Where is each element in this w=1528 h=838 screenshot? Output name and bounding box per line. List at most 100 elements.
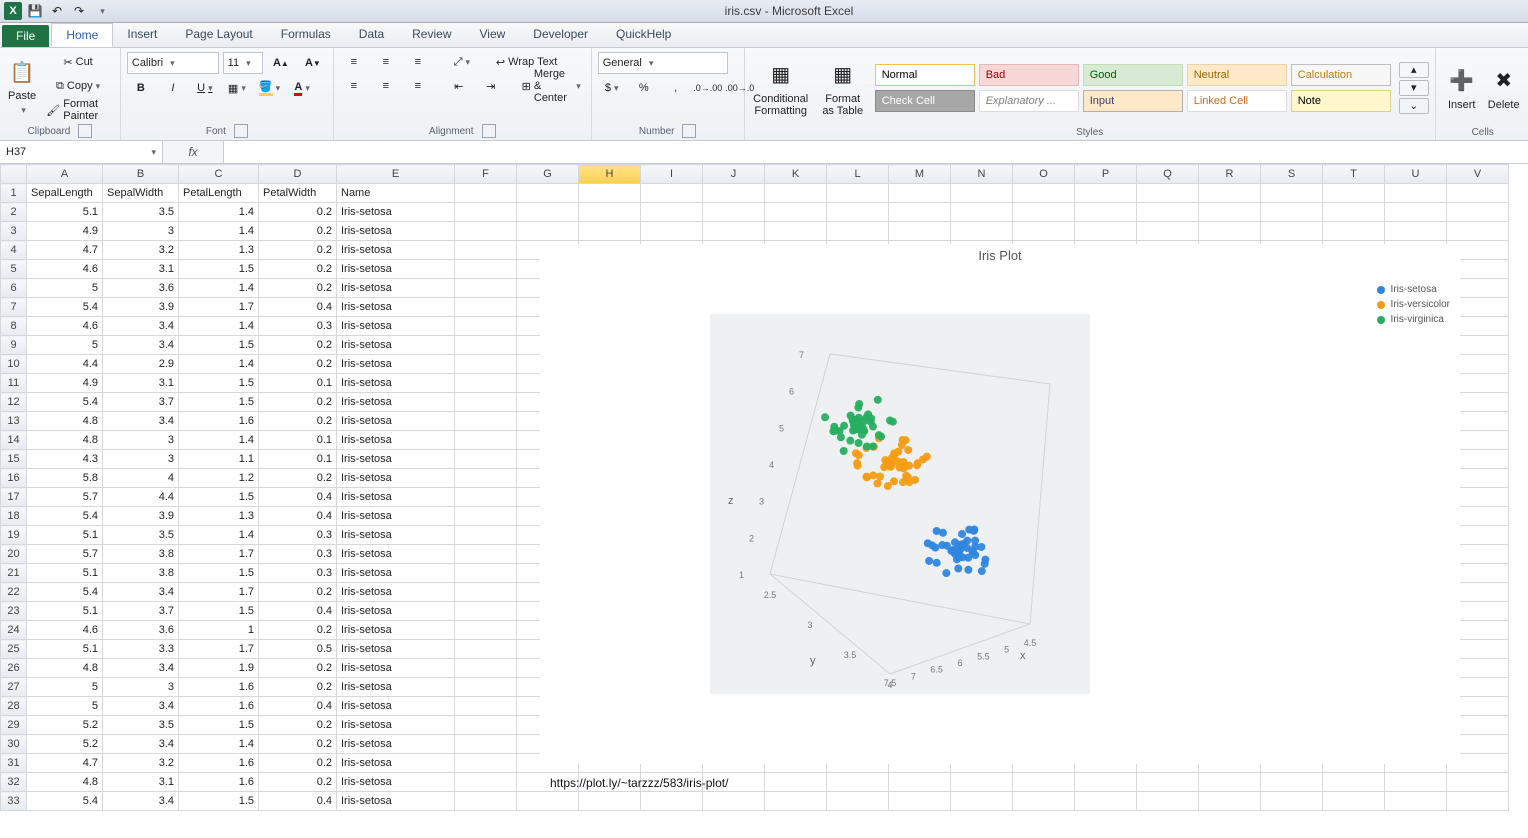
cell[interactable]: 0.3 xyxy=(259,317,337,336)
font-color-button[interactable]: A xyxy=(288,78,316,98)
tab-formulas[interactable]: Formulas xyxy=(267,23,345,47)
cell[interactable]: 3.7 xyxy=(103,602,179,621)
cell[interactable]: Iris-setosa xyxy=(337,564,455,583)
cell[interactable]: Iris-setosa xyxy=(337,602,455,621)
row-header[interactable]: 33 xyxy=(1,792,27,811)
fill-color-button[interactable]: 🪣 xyxy=(255,78,284,98)
cell[interactable]: Name xyxy=(337,184,455,203)
qat-save-button[interactable]: 💾 xyxy=(26,2,44,20)
column-header-M[interactable]: M xyxy=(889,165,951,184)
cell[interactable] xyxy=(455,260,517,279)
formula-bar[interactable] xyxy=(224,141,1528,163)
row-header[interactable]: 14 xyxy=(1,431,27,450)
cell[interactable] xyxy=(455,184,517,203)
tab-insert[interactable]: Insert xyxy=(113,23,171,47)
column-header-I[interactable]: I xyxy=(641,165,703,184)
cell-style-explanatory-[interactable]: Explanatory ... xyxy=(979,90,1079,112)
gallery-more-button[interactable]: ⌄ xyxy=(1399,98,1429,114)
cell[interactable]: 4.7 xyxy=(27,241,103,260)
cell[interactable]: 1.5 xyxy=(179,374,259,393)
cell[interactable]: Iris-setosa xyxy=(337,526,455,545)
cell[interactable]: Iris-setosa xyxy=(337,203,455,222)
align-right-button[interactable]: ≡ xyxy=(404,76,432,96)
cell[interactable]: 5.4 xyxy=(27,393,103,412)
cell[interactable] xyxy=(455,735,517,754)
cell[interactable]: 1.5 xyxy=(179,792,259,811)
cell[interactable] xyxy=(455,488,517,507)
cell[interactable] xyxy=(1199,203,1261,222)
row-header[interactable]: 11 xyxy=(1,374,27,393)
tab-page-layout[interactable]: Page Layout xyxy=(171,23,266,47)
row-header[interactable]: 17 xyxy=(1,488,27,507)
cell[interactable]: 3.1 xyxy=(103,260,179,279)
cell[interactable]: 0.4 xyxy=(259,697,337,716)
cell[interactable] xyxy=(1447,184,1509,203)
row-header[interactable]: 22 xyxy=(1,583,27,602)
cell[interactable]: 4.6 xyxy=(27,621,103,640)
cell[interactable]: 5.2 xyxy=(27,716,103,735)
row-header[interactable]: 32 xyxy=(1,773,27,792)
paste-button[interactable]: 📋 Paste xyxy=(6,52,38,120)
cell[interactable] xyxy=(455,469,517,488)
iris-plot-chart[interactable]: Iris Plot Iris-setosaIris-versicolorIris… xyxy=(540,244,1460,764)
underline-button[interactable]: U xyxy=(191,78,219,98)
row-header[interactable]: 1 xyxy=(1,184,27,203)
cell[interactable]: 1.3 xyxy=(179,507,259,526)
cell[interactable]: 3.4 xyxy=(103,412,179,431)
cell-style-linked-cell[interactable]: Linked Cell xyxy=(1187,90,1287,112)
row-header[interactable]: 2 xyxy=(1,203,27,222)
increase-decimal-button[interactable]: .0→.00 xyxy=(694,78,722,98)
cell[interactable]: 0.2 xyxy=(259,336,337,355)
font-size-select[interactable]: 11 xyxy=(223,52,263,74)
cell[interactable] xyxy=(1137,203,1199,222)
cell[interactable]: 0.4 xyxy=(259,602,337,621)
cell-style-check-cell[interactable]: Check Cell xyxy=(875,90,975,112)
fx-label[interactable]: fx xyxy=(163,141,224,163)
cell[interactable]: Iris-setosa xyxy=(337,621,455,640)
tab-home[interactable]: Home xyxy=(51,23,113,47)
cell[interactable]: Iris-setosa xyxy=(337,393,455,412)
cell[interactable]: Iris-setosa xyxy=(337,336,455,355)
cell[interactable] xyxy=(455,697,517,716)
cell[interactable]: 0.3 xyxy=(259,545,337,564)
cell[interactable]: 1.2 xyxy=(179,469,259,488)
cell[interactable] xyxy=(703,792,765,811)
cell[interactable] xyxy=(455,526,517,545)
cell[interactable] xyxy=(765,792,827,811)
cell[interactable]: 5 xyxy=(27,697,103,716)
cell[interactable] xyxy=(455,203,517,222)
cell[interactable]: 0.2 xyxy=(259,583,337,602)
cell[interactable] xyxy=(765,203,827,222)
cell[interactable]: Iris-setosa xyxy=(337,507,455,526)
cell[interactable]: 3.4 xyxy=(103,583,179,602)
cell[interactable]: Iris-setosa xyxy=(337,583,455,602)
cell[interactable]: Iris-setosa xyxy=(337,469,455,488)
cell[interactable]: 0.2 xyxy=(259,393,337,412)
cell[interactable] xyxy=(1385,773,1447,792)
cell[interactable] xyxy=(1137,222,1199,241)
column-header-Q[interactable]: Q xyxy=(1137,165,1199,184)
cell[interactable]: 3.4 xyxy=(103,792,179,811)
cell[interactable] xyxy=(1385,222,1447,241)
tab-quickhelp[interactable]: QuickHelp xyxy=(602,23,685,47)
cell[interactable] xyxy=(579,222,641,241)
cell[interactable] xyxy=(455,431,517,450)
cell[interactable]: 0.2 xyxy=(259,241,337,260)
cell[interactable]: 4.4 xyxy=(103,488,179,507)
cell[interactable] xyxy=(951,184,1013,203)
column-header-T[interactable]: T xyxy=(1323,165,1385,184)
column-header-E[interactable]: E xyxy=(337,165,455,184)
row-header[interactable]: 9 xyxy=(1,336,27,355)
merge-center-button[interactable]: ⊞ Merge & Center xyxy=(518,76,585,96)
font-name-select[interactable]: Calibri xyxy=(127,52,219,74)
dialog-launcher-icon[interactable] xyxy=(234,124,248,138)
cell[interactable] xyxy=(455,355,517,374)
cell[interactable] xyxy=(827,203,889,222)
cell[interactable] xyxy=(765,222,827,241)
cell[interactable]: 1.4 xyxy=(179,203,259,222)
row-header[interactable]: 26 xyxy=(1,659,27,678)
cell[interactable] xyxy=(1137,792,1199,811)
cell[interactable]: 0.2 xyxy=(259,773,337,792)
cell[interactable] xyxy=(1323,792,1385,811)
cell[interactable]: 3.4 xyxy=(103,735,179,754)
